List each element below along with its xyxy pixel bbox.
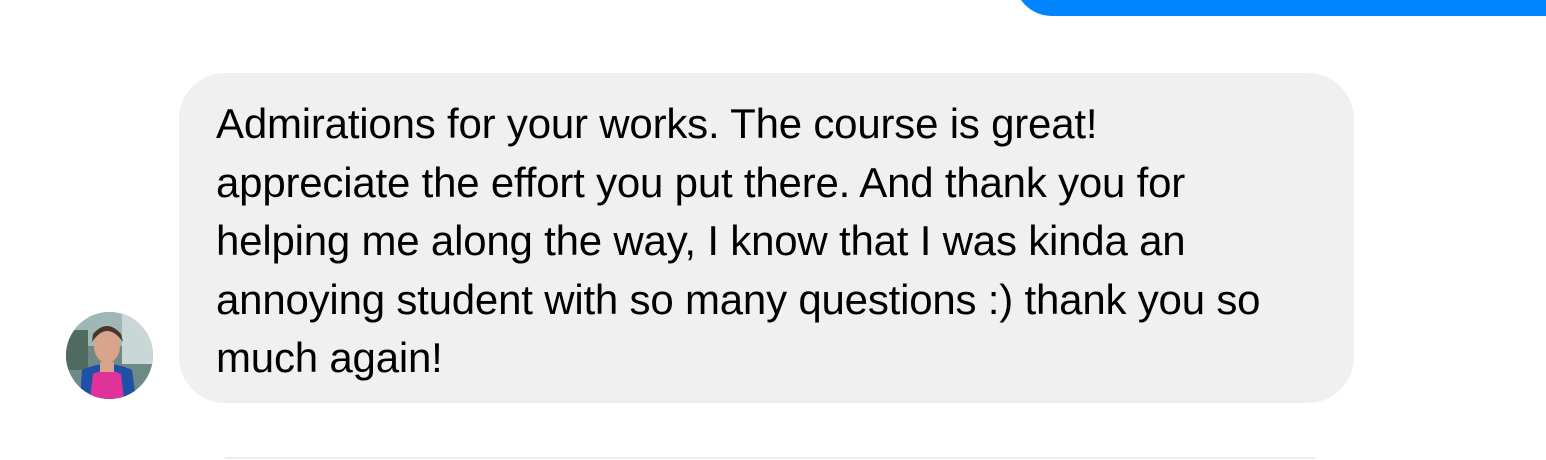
avatar-photo-icon <box>66 312 153 399</box>
message-divider <box>225 457 1315 459</box>
sender-avatar[interactable] <box>66 312 153 399</box>
received-message-bubble[interactable]: Admirations for your works. The course i… <box>179 73 1354 403</box>
sent-message-bubble[interactable] <box>1014 0 1546 16</box>
message-text: Admirations for your works. The course i… <box>216 100 1261 381</box>
received-message-row: Admirations for your works. The course i… <box>0 73 1546 403</box>
chat-conversation: Admirations for your works. The course i… <box>0 0 1546 460</box>
